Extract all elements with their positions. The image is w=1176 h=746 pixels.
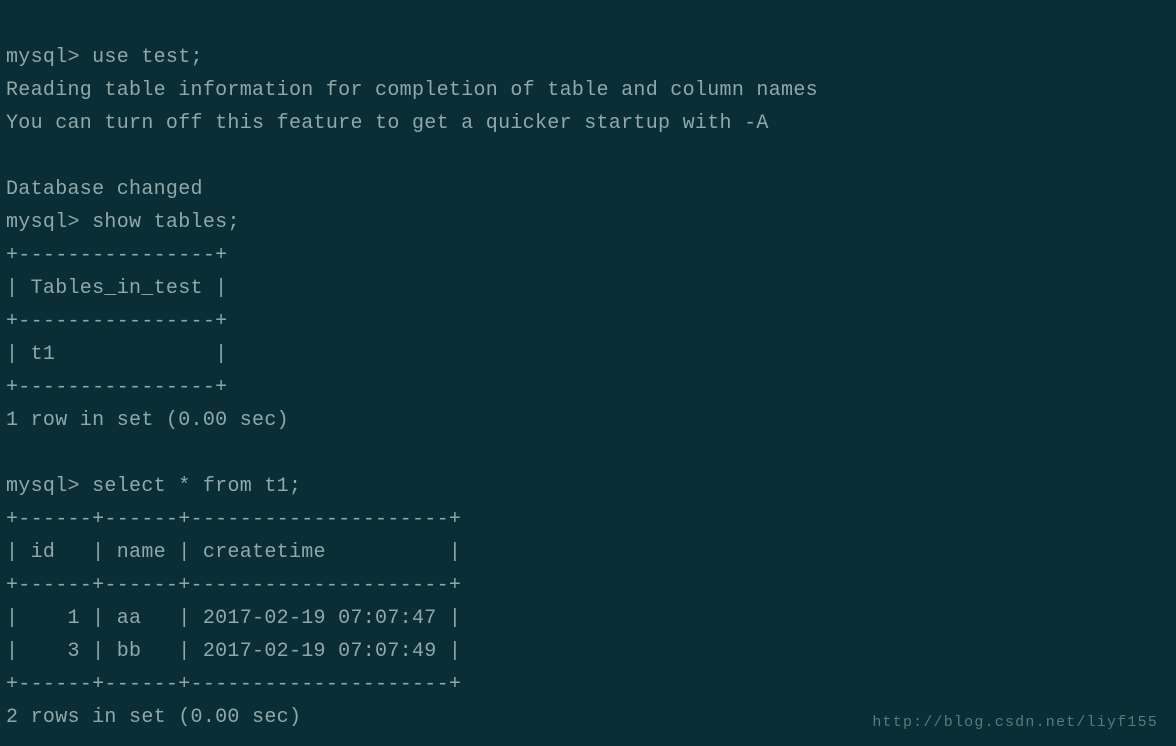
terminal-output: mysql> use test; Reading table informati… (6, 8, 1170, 734)
line-14: mysql> select * from t1; (6, 475, 301, 498)
line-6: mysql> show tables; (6, 211, 240, 234)
output-turnoff-hint: You can turn off this feature to get a q… (6, 112, 769, 135)
table-border-mid: +----------------+ (6, 310, 227, 333)
line-1: mysql> use test; (6, 46, 203, 69)
command-use-test: use test; (92, 46, 203, 69)
mysql-prompt: mysql> (6, 46, 92, 69)
table2-border-top: +------+------+---------------------+ (6, 508, 461, 531)
table2-header: | id | name | createtime | (6, 541, 461, 564)
mysql-prompt: mysql> (6, 211, 92, 234)
table2-row-1: | 1 | aa | 2017-02-19 07:07:47 | (6, 607, 461, 630)
watermark-url: http://blog.csdn.net/liyf155 (872, 711, 1158, 736)
output-rowcount-2: 2 rows in set (0.00 sec) (6, 706, 301, 729)
command-show-tables: show tables; (92, 211, 240, 234)
table-row-t1: | t1 | (6, 343, 227, 366)
command-select-t1: select * from t1; (92, 475, 301, 498)
mysql-prompt: mysql> (6, 475, 92, 498)
output-db-changed: Database changed (6, 178, 203, 201)
table2-row-2: | 3 | bb | 2017-02-19 07:07:49 | (6, 640, 461, 663)
table2-border-bottom: +------+------+---------------------+ (6, 673, 461, 696)
table-header-tables-in-test: | Tables_in_test | (6, 277, 227, 300)
output-rowcount-1: 1 row in set (0.00 sec) (6, 409, 289, 432)
table-border-top: +----------------+ (6, 244, 227, 267)
table2-border-mid: +------+------+---------------------+ (6, 574, 461, 597)
output-reading-info: Reading table information for completion… (6, 79, 818, 102)
table-border-bottom: +----------------+ (6, 376, 227, 399)
